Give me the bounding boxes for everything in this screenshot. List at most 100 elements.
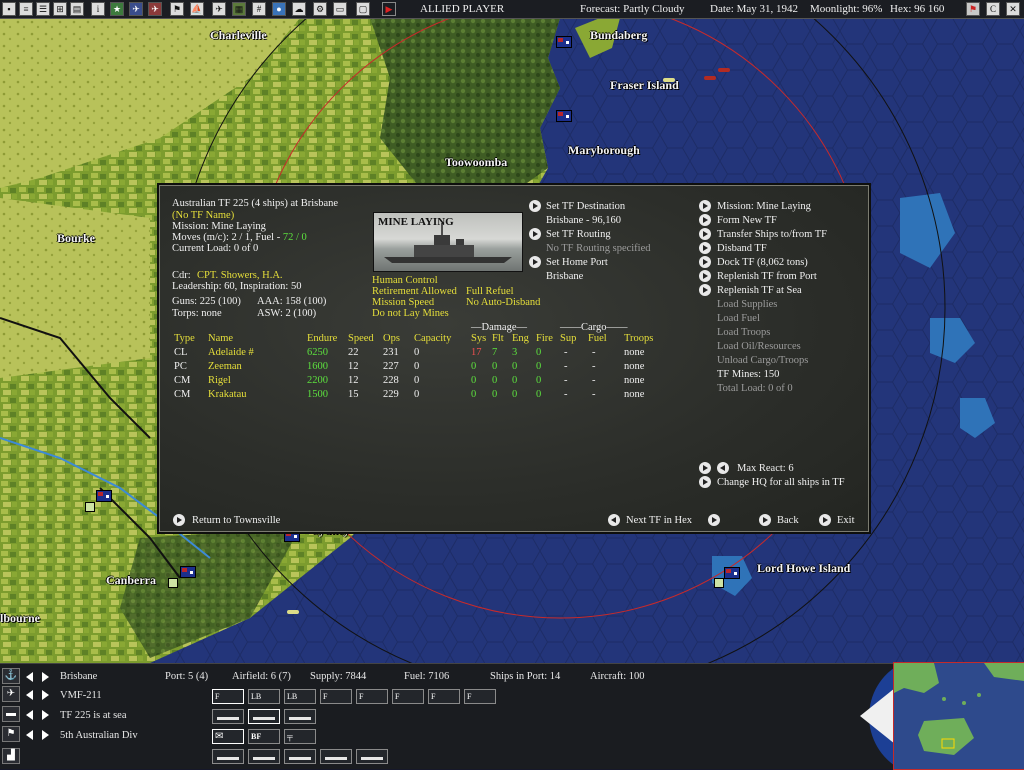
options-icon[interactable]: ⚙ (313, 2, 327, 16)
report-icon[interactable]: ≡ (19, 2, 33, 16)
task-force-icon[interactable] (284, 709, 316, 724)
air-unit-slot[interactable]: F (464, 689, 496, 704)
replenish-sea-button[interactable]: Replenish TF at Sea (717, 285, 802, 296)
prev-tf-icon[interactable] (608, 514, 620, 526)
info-icon[interactable]: i (91, 2, 105, 16)
retirement-toggle[interactable]: Retirement Allowed (372, 286, 457, 297)
aircraft-icon[interactable]: ✈ (2, 686, 20, 702)
next-tf-icon[interactable] (708, 514, 720, 526)
close-icon[interactable]: ✕ (1006, 2, 1020, 16)
base-icon[interactable] (85, 502, 95, 512)
australian-flag-icon[interactable] (556, 36, 572, 48)
col-header-fuel[interactable]: Fuel (588, 333, 607, 344)
next-unit-icon[interactable] (42, 730, 49, 740)
col-header-eng[interactable]: Eng (512, 333, 529, 344)
human-control-toggle[interactable]: Human Control (372, 275, 438, 286)
col-header-endure[interactable]: Endure (307, 333, 337, 344)
mission-speed-toggle[interactable]: Mission Speed (372, 297, 434, 308)
enemy-ship-icon[interactable] (704, 76, 716, 80)
screen-icon[interactable]: ▢ (356, 2, 370, 16)
ship-name-link[interactable]: Adelaide # (208, 347, 254, 358)
col-header-ops[interactable]: Ops (383, 333, 400, 344)
air-unit-slot[interactable]: F (212, 689, 244, 704)
ship-class-icon[interactable] (356, 749, 388, 764)
group-icon[interactable]: ⊞ (53, 2, 67, 16)
base-icon[interactable] (714, 578, 724, 588)
cdr-name[interactable]: CPT. Showers, H.A. (197, 270, 283, 281)
arrow-right-icon[interactable] (699, 270, 711, 282)
enemy-aircraft-icon[interactable]: ✈ (148, 2, 162, 16)
arrow-right-icon[interactable] (699, 242, 711, 254)
ship-class-icon[interactable] (284, 749, 316, 764)
air-unit-slot[interactable]: F (320, 689, 352, 704)
prev-tf-icon[interactable] (26, 710, 33, 720)
ship-class-icon[interactable] (248, 749, 280, 764)
chart-icon[interactable]: ▟ (2, 748, 20, 764)
arrow-right-icon[interactable] (699, 476, 711, 488)
dock-tf-button[interactable]: Dock TF (8,062 tons) (717, 257, 808, 268)
arrow-right-icon[interactable] (529, 228, 541, 240)
refuel-toggle[interactable]: Full Refuel (466, 286, 514, 297)
enemy-ship-icon[interactable] (718, 68, 730, 72)
hq-unit-icon[interactable]: ✉ (212, 729, 244, 744)
arrow-right-icon[interactable] (819, 514, 831, 526)
ship-icon[interactable] (287, 610, 299, 614)
tf-status-link[interactable]: TF 225 is at sea (60, 710, 127, 721)
air-unit-slot[interactable]: F (392, 689, 424, 704)
minimap[interactable] (893, 662, 1024, 770)
globe-icon[interactable]: ● (272, 2, 286, 16)
base-name-link[interactable]: Brisbane (60, 671, 97, 682)
col-header-flt[interactable]: Flt (492, 333, 504, 344)
unit-list-icon[interactable]: ☰ (36, 2, 50, 16)
plane-list-icon[interactable]: ✈ (212, 2, 226, 16)
arrow-right-icon[interactable] (699, 214, 711, 226)
prev-unit-icon[interactable] (26, 730, 33, 740)
star-icon[interactable]: ★ (110, 2, 124, 16)
auto-disband-toggle[interactable]: No Auto-Disband (466, 297, 540, 308)
col-header-sup[interactable]: Sup (560, 333, 576, 344)
australian-flag-icon[interactable] (96, 490, 112, 502)
australian-flag-icon[interactable] (724, 567, 740, 579)
mission-menu-button[interactable]: Mission: Mine Laying (717, 201, 811, 212)
ship-name-link[interactable]: Zeeman (208, 361, 242, 372)
col-header-sys[interactable]: Sys (471, 333, 486, 344)
arrow-right-icon[interactable] (699, 228, 711, 240)
arrow-right-icon[interactable] (173, 514, 185, 526)
map-flag-icon[interactable]: ⚑ (966, 2, 980, 16)
next-tf-icon[interactable] (42, 710, 49, 720)
arrow-right-icon[interactable] (699, 284, 711, 296)
col-header-capacity[interactable]: Capacity (414, 333, 451, 344)
arrow-right-icon[interactable] (699, 256, 711, 268)
australian-flag-icon[interactable] (180, 566, 196, 578)
map-icon[interactable]: ▦ (232, 2, 246, 16)
transfer-ships-button[interactable]: Transfer Ships to/from TF (717, 229, 827, 240)
mines-toggle[interactable]: Do not Lay Mines (372, 308, 449, 319)
tf-name[interactable]: (No TF Name) (172, 210, 234, 221)
australian-flag-icon[interactable] (556, 110, 572, 122)
arrow-right-icon[interactable] (529, 200, 541, 212)
ship-name-link[interactable]: Krakatau (208, 389, 246, 400)
flag-icon[interactable]: ⚑ (2, 726, 20, 742)
arrow-right-icon[interactable] (529, 256, 541, 268)
disband-tf-button[interactable]: Disband TF (717, 243, 767, 254)
col-header-type[interactable]: Type (174, 333, 195, 344)
set-destination-button[interactable]: Set TF Destination (546, 201, 625, 212)
exit-button[interactable]: Exit (837, 515, 855, 526)
form-new-tf-button[interactable]: Form New TF (717, 215, 777, 226)
ship-icon[interactable]: ▬ (2, 706, 20, 722)
col-header-speed[interactable]: Speed (348, 333, 374, 344)
base-force-slot[interactable]: BF (248, 729, 280, 744)
set-routing-button[interactable]: Set TF Routing (546, 229, 611, 240)
next-base-icon[interactable] (42, 672, 49, 682)
air-unit-slot[interactable]: LB (284, 689, 316, 704)
arrow-right-icon[interactable] (759, 514, 771, 526)
ship-name-link[interactable]: Rigel (208, 375, 231, 386)
ship-icon[interactable] (663, 78, 675, 82)
decrease-react-icon[interactable] (699, 462, 711, 474)
arrow-left-icon[interactable] (717, 462, 729, 474)
air-unit-slot[interactable]: F (356, 689, 388, 704)
play-icon[interactable]: ▶ (382, 2, 396, 16)
save-icon[interactable]: ▪ (2, 2, 16, 16)
replenish-port-button[interactable]: Replenish TF from Port (717, 271, 817, 282)
ship-class-icon[interactable] (320, 749, 352, 764)
